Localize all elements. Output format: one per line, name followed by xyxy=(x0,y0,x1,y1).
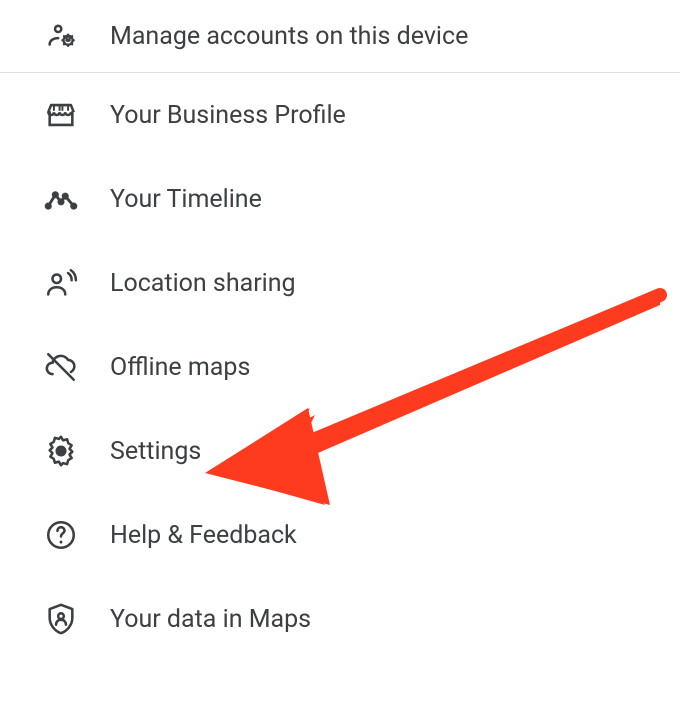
menu-item-location-sharing[interactable]: Location sharing xyxy=(0,241,680,325)
menu-item-business-profile[interactable]: Your Business Profile xyxy=(0,73,680,157)
menu-item-offline-maps[interactable]: Offline maps xyxy=(0,325,680,409)
storefront-icon xyxy=(44,98,78,132)
menu-item-help-feedback[interactable]: Help & Feedback xyxy=(0,493,680,577)
manage-accounts-icon xyxy=(44,19,78,53)
privacy-shield-icon xyxy=(44,602,78,636)
menu-label: Offline maps xyxy=(110,353,250,382)
menu-item-your-data[interactable]: Your data in Maps xyxy=(0,577,680,661)
cloud-off-icon xyxy=(44,350,78,384)
menu-item-timeline[interactable]: Your Timeline xyxy=(0,157,680,241)
timeline-icon xyxy=(44,182,78,216)
menu-item-manage-accounts[interactable]: Manage accounts on this device xyxy=(0,0,680,72)
menu-label: Settings xyxy=(110,437,201,466)
menu-label: Location sharing xyxy=(110,269,296,298)
help-icon xyxy=(44,518,78,552)
menu-label: Your Business Profile xyxy=(110,101,346,130)
menu-label: Your Timeline xyxy=(110,185,262,214)
menu-label: Manage accounts on this device xyxy=(110,22,468,51)
menu-item-settings[interactable]: Settings xyxy=(0,409,680,493)
location-sharing-icon xyxy=(44,266,78,300)
menu-label: Your data in Maps xyxy=(110,605,311,634)
menu-label: Help & Feedback xyxy=(110,521,297,550)
settings-icon xyxy=(44,434,78,468)
